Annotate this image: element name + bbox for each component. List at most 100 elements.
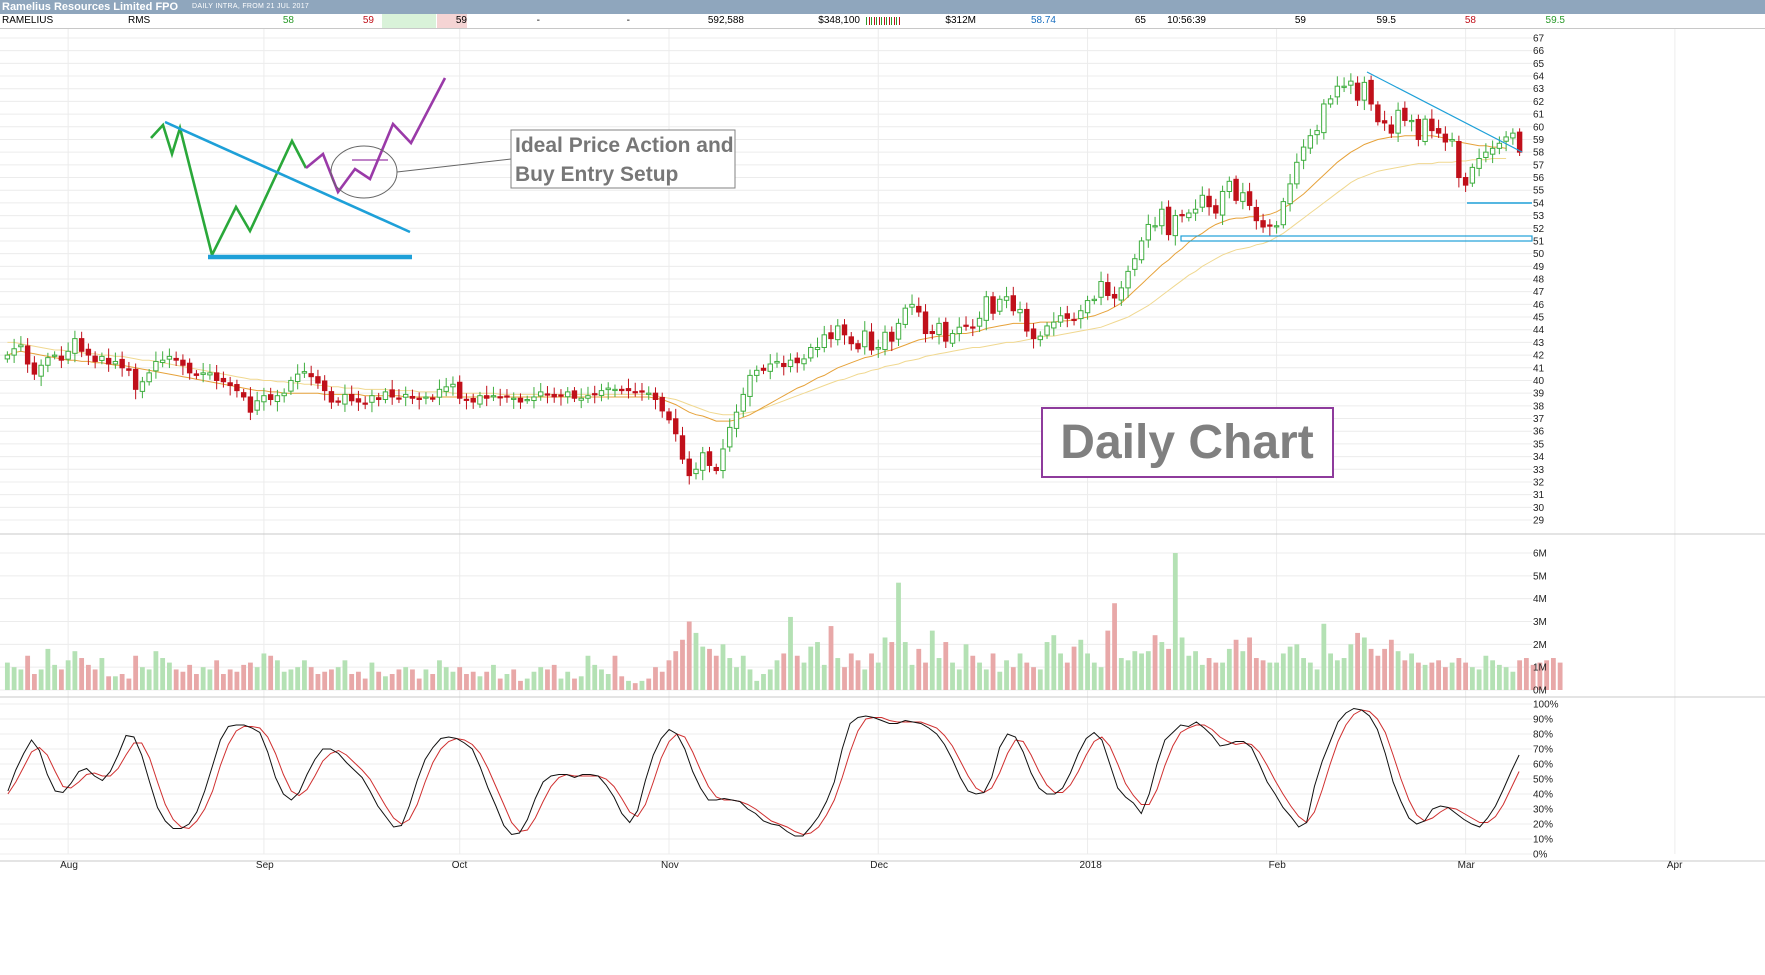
candle-body: [720, 448, 726, 472]
volume-bar: [963, 644, 969, 690]
candle-body: [1287, 183, 1293, 205]
volume-bar: [126, 678, 132, 690]
candle-body: [254, 400, 260, 411]
candle-body: [1260, 220, 1266, 228]
candle-body: [1003, 296, 1010, 301]
candle: [970, 319, 976, 337]
quote-trades: 65: [1134, 15, 1146, 26]
candle-body: [1476, 158, 1482, 169]
volume-bar: [1422, 664, 1428, 690]
volume-bar: [767, 669, 773, 690]
volume-bar: [1253, 658, 1259, 690]
volume-bar: [187, 664, 193, 690]
price-tick-label: 55: [1533, 186, 1545, 197]
volume-bar: [1550, 658, 1556, 690]
candle-body: [706, 451, 713, 466]
price-tick-label: 40: [1533, 376, 1545, 387]
candle-body: [1415, 118, 1422, 140]
volume-bar: [1139, 653, 1144, 690]
date-tick-label: Aug: [60, 860, 78, 871]
candle-body: [139, 381, 146, 392]
volume-bar: [194, 674, 199, 690]
volume-bar: [828, 626, 834, 690]
candle-body: [632, 391, 638, 394]
candle: [240, 388, 247, 401]
volume-bar: [1341, 658, 1347, 690]
volume-bar: [1186, 655, 1192, 690]
candle-body: [1091, 298, 1098, 302]
quote-bar[interactable]: RAMELIUS RMS 58 59 59 - - 592,588 $348,1…: [0, 14, 1765, 29]
candle-body: [443, 386, 449, 392]
candle-body: [11, 348, 17, 356]
candle: [463, 393, 470, 410]
stoch-tick-label: 90%: [1533, 715, 1553, 726]
volume-bar: [862, 669, 868, 690]
volume-bar: [1247, 637, 1252, 690]
price-tick-label: 31: [1533, 490, 1545, 501]
volume-bar: [727, 658, 733, 690]
candle: [666, 408, 672, 424]
candle: [1098, 271, 1104, 306]
candle-body: [105, 357, 112, 365]
volume-bar: [659, 671, 665, 690]
chart-area[interactable]: 29 30 31 3233 34 3536 37 3839 40 4142 43 4445 46 4748…: [0, 29, 1765, 975]
volume-bar: [902, 642, 908, 690]
volume-bar: [1004, 660, 1009, 690]
volume-bar: [464, 674, 469, 690]
candle: [72, 330, 78, 363]
price-tick-label: 33: [1533, 465, 1545, 476]
candle: [990, 291, 996, 321]
volume-bar: [1388, 639, 1394, 690]
candle: [213, 364, 220, 390]
candle-body: [490, 395, 497, 398]
candle-body: [976, 317, 983, 327]
candle-body: [652, 392, 659, 401]
candle: [1125, 265, 1131, 298]
candle-body: [1010, 295, 1016, 312]
candle-body: [1213, 205, 1219, 214]
volume-bar: [1260, 660, 1266, 690]
volume-bar: [1044, 642, 1050, 690]
candle-body: [1057, 315, 1064, 323]
volume-bar: [686, 621, 692, 690]
candle: [956, 317, 962, 342]
stoch-d-line: [7, 709, 1520, 836]
candle: [186, 358, 193, 380]
candle-body: [1098, 281, 1104, 298]
candle-body: [578, 397, 584, 401]
price-tick-label: 61: [1533, 110, 1545, 121]
volume-bar: [1523, 658, 1529, 690]
volume-bar: [1145, 651, 1151, 690]
price-tick-label: 63: [1533, 84, 1545, 95]
price-tick-label: 50: [1533, 249, 1545, 260]
candle-body: [612, 388, 618, 392]
candle: [1037, 331, 1043, 347]
sketch-purple-path: [305, 77, 447, 195]
candle-body: [1341, 85, 1347, 88]
price-tick-label: 32: [1533, 477, 1545, 488]
volume-bar: [119, 674, 125, 690]
volume-bar: [646, 678, 652, 690]
candle-body: [1395, 109, 1401, 134]
candle-body: [517, 397, 524, 403]
volume-bar: [1328, 653, 1333, 690]
volume-bar: [734, 667, 739, 690]
candle: [38, 359, 44, 387]
volume-bar: [1463, 662, 1469, 690]
volume-bar: [889, 642, 895, 690]
candle-body: [646, 392, 652, 395]
volume-bar: [1112, 603, 1117, 690]
volume-bar: [139, 667, 145, 690]
volume-bar: [1098, 667, 1104, 690]
candle: [1321, 99, 1327, 140]
candle-body: [207, 372, 213, 376]
candle: [673, 408, 679, 442]
volume-bar: [227, 669, 233, 690]
volume-bar: [713, 655, 719, 690]
price-tick-label: 47: [1533, 287, 1545, 298]
candle: [301, 362, 308, 378]
quote-market-cap: $312M: [945, 15, 976, 26]
candle: [126, 361, 132, 377]
stoch-tick-label: 50%: [1533, 775, 1553, 786]
candle: [58, 346, 65, 369]
